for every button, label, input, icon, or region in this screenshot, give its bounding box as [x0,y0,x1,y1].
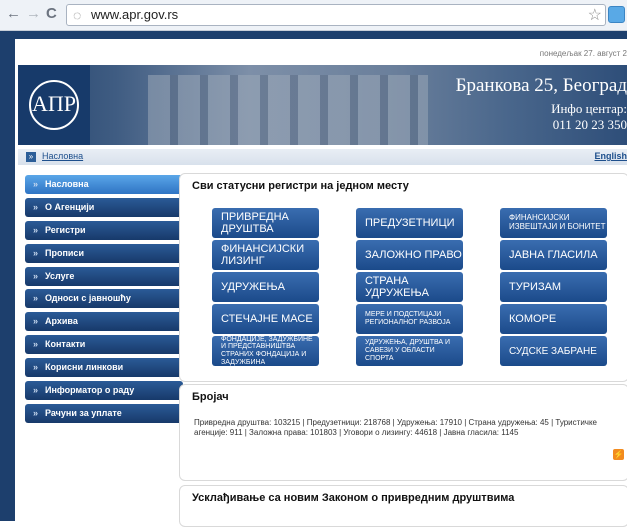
chevron-icon: » [33,201,39,212]
register-stecajne-mase[interactable]: СТЕЧАЈНЕ МАСЕ [212,304,319,334]
register-finansijski-izvestaji[interactable]: ФИНАНСИЈСКИ ИЗВЕШТАЈИ И БОНИТЕТ [500,208,607,238]
chevron-icon: » [33,316,39,327]
banner-address: Бранкова 25, Београд [455,75,627,96]
sidebar-item-racuni[interactable]: » Рачуни за уплате [25,403,183,423]
chevron-icon: » [33,247,39,258]
browser-toolbar: ← → C ◌ www.apr.gov.rs ☆ [0,0,627,31]
register-preduzetnici[interactable]: ПРЕДУЗЕТНИЦИ [356,208,463,238]
register-strana-udruzenja[interactable]: СТРАНА УДРУЖЕЊА [356,272,463,302]
breadcrumb: » Насловна English [18,149,627,165]
sidebar-item-informator[interactable]: » Информатор о раду [25,381,183,401]
register-zalozno-pravo[interactable]: ЗАЛОЖНО ПРАВО [356,240,463,270]
breadcrumb-link[interactable]: Насловна [42,151,83,161]
counter-text: Привредна друштва: 103215 | Предузетници… [194,418,597,437]
home-icon: » [26,152,36,162]
reload-icon[interactable]: C [46,5,57,23]
sidebar-item-korisni-linkovi[interactable]: » Корисни линкови [25,358,183,378]
sidebar-item-naslovna[interactable]: » Насловна [25,175,183,194]
counter-panel: Бројач Привредна друштва: 103215 | Преду… [179,384,627,481]
counter-title: Бројач [192,391,229,403]
register-finansijski-lizing[interactable]: ФИНАНСИЈСКИ ЛИЗИНГ [212,240,319,270]
page-container: понедељак 27. август 2 АПР Бранкова 25, … [15,39,627,527]
chevron-icon: » [33,385,39,396]
registers-title: Сви статусни регистри на једном месту [192,180,409,192]
date-text: понедељак 27. август 2 [539,49,627,58]
address-bar[interactable]: ◌ www.apr.gov.rs ☆ [66,4,606,26]
site-info-icon[interactable]: ◌ [73,7,81,23]
register-mere-i-podsticaji[interactable]: МЕРЕ И ПОДСТИЦАЈИ РЕГИОНАЛНОГ РАЗВОЈА [356,304,463,334]
register-sudske-zabrane[interactable]: СУДСКЕ ЗАБРАНЕ [500,336,607,366]
back-arrow-icon[interactable]: ← [6,5,21,23]
rss-icon[interactable]: ⚡ [613,449,624,460]
register-fondacije[interactable]: ФОНДАЦИЈЕ, ЗАДУЖБИНЕ И ПРЕДСТАВНИШТВА СТ… [212,336,319,366]
sidebar-item-o-agenciji[interactable]: » О Агенцији [25,197,183,217]
chevron-icon: » [33,293,39,304]
apr-logo[interactable]: АПР [18,65,90,145]
chevron-icon: » [33,339,39,350]
english-link[interactable]: English [594,151,627,161]
register-turizam[interactable]: ТУРИЗАМ [500,272,607,302]
register-sport[interactable]: УДРУЖЕЊА, ДРУШТВА И САВЕЗИ У ОБЛАСТИ СПО… [356,336,463,366]
building-image [148,75,428,145]
logo-text: АПР [29,80,79,130]
register-komore[interactable]: КОМОРЕ [500,304,607,334]
sidebar-item-odnosi[interactable]: » Односи с јавношћу [25,289,183,309]
header-banner: АПР Бранкова 25, Београд Инфо центар: 01… [18,65,627,145]
sidebar-item-kontakti[interactable]: » Контакти [25,335,183,355]
url-text[interactable]: www.apr.gov.rs [91,7,178,22]
bookmark-star-icon[interactable]: ☆ [588,5,602,25]
sidebar-item-registri[interactable]: » Регистри [25,220,183,240]
sidebar-item-usluge[interactable]: » Услуге [25,266,183,286]
forward-arrow-icon[interactable]: → [26,5,41,23]
chevron-icon: » [33,362,39,373]
chevron-icon: » [33,270,39,281]
register-javna-glasila[interactable]: ЈАВНА ГЛАСИЛА [500,240,607,270]
chevron-icon: » [33,224,39,235]
sidebar-item-arhiva[interactable]: » Архива [25,312,183,332]
chevron-icon: » [33,179,39,189]
extension-icon[interactable] [608,6,625,23]
banner-phone: 011 20 23 350 [552,117,627,132]
chevron-icon: » [33,407,39,418]
sidebar-item-propisi[interactable]: » Прописи [25,243,183,263]
register-privredna-drustva[interactable]: ПРИВРЕДНА ДРУШТВА [212,208,319,238]
sidebar-menu: » Насловна » О Агенцији » Регистри » Прописи… [25,175,183,427]
registers-panel: Сви статусни регистри на једном месту ПР… [179,173,627,382]
news-title[interactable]: Усклађивање са новим Законом о привредни… [192,492,514,504]
banner-text: Бранкова 25, Београд Инфо центар: 011 20… [456,75,627,133]
banner-info: Инфо центар: [551,101,627,116]
register-udruzenja[interactable]: УДРУЖЕЊА [212,272,319,302]
